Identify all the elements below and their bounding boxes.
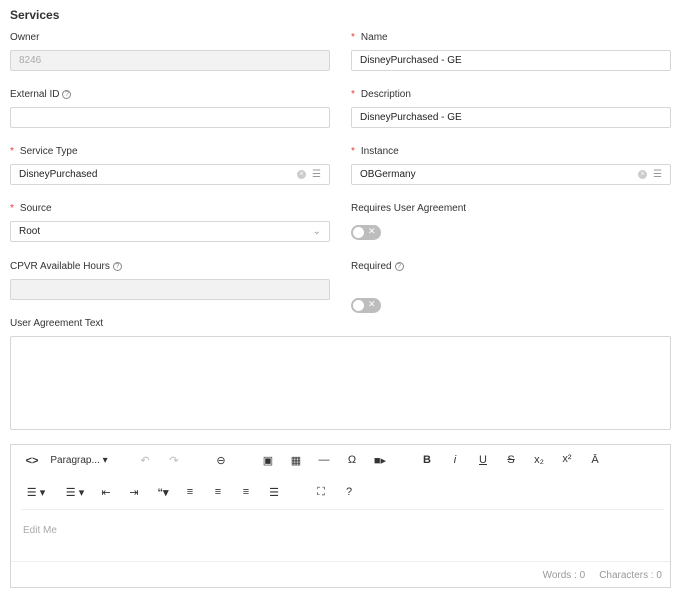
owner-field[interactable]: 8246 <box>10 50 330 71</box>
rich-text-editor: <> Paragrap... ▾ ↶ ↷ ⊖ ▣ ▦ — Ω ■▸ B i U … <box>10 444 671 588</box>
required-mark: * <box>351 89 355 100</box>
required-mark: * <box>10 203 14 214</box>
undo-icon[interactable]: ↶ <box>140 454 149 467</box>
source-value: Root <box>19 226 41 237</box>
user-agreement-text-label: User Agreement Text <box>10 318 103 329</box>
clear-icon[interactable]: × <box>638 170 648 179</box>
toggle-knob <box>353 300 364 311</box>
owner-label: Owner <box>10 32 39 43</box>
external-id-field[interactable] <box>10 107 330 128</box>
service-type-label: * Service Type <box>10 146 78 157</box>
instance-field[interactable]: OBGermany × ☰ <box>351 164 671 185</box>
toolbar-divider <box>21 509 664 510</box>
required-mark: * <box>351 32 355 43</box>
align-right-icon[interactable]: ≡ <box>243 486 249 498</box>
outdent-icon[interactable]: ⇤ <box>101 486 110 499</box>
service-type-value: DisneyPurchased <box>19 169 98 180</box>
redo-icon[interactable]: ↷ <box>169 454 178 467</box>
toggle-off-icon: ✕ <box>368 299 376 309</box>
align-left-icon[interactable]: ≡ <box>187 486 193 498</box>
align-justify-icon[interactable]: ☰ <box>269 486 279 499</box>
name-field[interactable]: DisneyPurchased - GE <box>351 50 671 71</box>
label-text: Description <box>360 89 411 100</box>
label-text: Name <box>360 32 388 43</box>
underline-icon[interactable]: U <box>479 454 487 466</box>
cpvr-field[interactable] <box>10 279 330 300</box>
toggle-off-icon: ✕ <box>368 226 376 236</box>
list-icon[interactable]: ☰ <box>312 169 321 180</box>
description-label: * Description <box>351 89 411 100</box>
instance-value: OBGermany <box>360 169 416 180</box>
label-text: Service Type <box>19 146 78 157</box>
editor-footer: Words : 0 Characters : 0 <box>11 561 670 588</box>
image-icon[interactable]: ▣ <box>263 454 273 467</box>
owner-value: 8246 <box>19 55 42 66</box>
paragraph-format-dropdown[interactable]: Paragrap... ▾ <box>50 455 107 466</box>
label-text: Required <box>351 261 392 272</box>
source-label: * Source <box>10 203 52 214</box>
label-text: Instance <box>360 146 399 157</box>
link-icon[interactable]: ⊖ <box>216 454 225 467</box>
strikethrough-icon[interactable]: S <box>507 454 514 466</box>
label-text: Owner <box>10 32 40 43</box>
external-id-label: External ID? <box>10 89 72 100</box>
section-title: Services <box>10 8 60 22</box>
instance-label: * Instance <box>351 146 399 157</box>
quote-icon[interactable]: “▾ <box>157 486 168 499</box>
label-text: Source <box>19 203 52 214</box>
list-icon[interactable]: ☰ <box>653 169 662 180</box>
chevron-down-icon: ⌄ <box>312 226 321 237</box>
description-value: DisneyPurchased - GE <box>360 112 462 123</box>
label-text: CPVR Available Hours <box>10 261 110 272</box>
help-icon[interactable]: ? <box>394 262 404 271</box>
ordered-list-icon[interactable]: ☰ ▾ <box>27 486 45 499</box>
clear-formatting-icon[interactable]: Ā <box>591 454 598 466</box>
bold-icon[interactable]: B <box>423 454 431 466</box>
required-mark: * <box>351 146 355 157</box>
label-text: User Agreement Text <box>10 318 104 329</box>
required-label: Required? <box>351 261 404 272</box>
cpvr-label: CPVR Available Hours? <box>10 261 122 272</box>
italic-icon[interactable]: i <box>454 454 456 466</box>
word-count: Words : 0 <box>542 569 586 581</box>
video-icon[interactable]: ■▸ <box>374 454 386 467</box>
user-agreement-textarea[interactable] <box>10 336 671 430</box>
help-icon[interactable]: ? <box>346 486 352 498</box>
toggle-knob <box>353 227 364 238</box>
required-toggle[interactable]: ✕ <box>351 298 381 313</box>
help-icon[interactable]: ? <box>112 262 122 271</box>
name-label: * Name <box>351 32 388 43</box>
description-field[interactable]: DisneyPurchased - GE <box>351 107 671 128</box>
source-select[interactable]: Root ⌄ <box>10 221 330 242</box>
special-character-icon[interactable]: Ω <box>348 454 356 466</box>
unordered-list-icon[interactable]: ☰ ▾ <box>66 486 84 499</box>
requires-user-agreement-label: Requires User Agreement <box>351 203 466 214</box>
horizontal-line-icon[interactable]: — <box>319 454 330 466</box>
service-type-field[interactable]: DisneyPurchased × ☰ <box>10 164 330 185</box>
name-value: DisneyPurchased - GE <box>360 55 462 66</box>
code-view-icon[interactable]: <> <box>26 455 39 467</box>
align-center-icon[interactable]: ≡ <box>215 486 221 498</box>
editor-content[interactable]: Edit Me <box>23 525 57 536</box>
label-text: External ID <box>10 89 60 100</box>
character-count: Characters : 0 <box>599 569 662 581</box>
superscript-icon[interactable]: x² <box>562 453 571 465</box>
requires-user-agreement-toggle[interactable]: ✕ <box>351 225 381 240</box>
help-icon[interactable]: ? <box>62 90 72 99</box>
indent-icon[interactable]: ⇥ <box>129 486 138 499</box>
fullscreen-icon[interactable]: ⛶ <box>317 486 325 499</box>
label-text: Requires User Agreement <box>351 203 467 214</box>
table-icon[interactable]: ▦ <box>291 454 301 467</box>
paragraph-label: Paragrap... <box>50 455 100 466</box>
required-mark: * <box>10 146 14 157</box>
clear-icon[interactable]: × <box>297 170 307 179</box>
subscript-icon[interactable]: x₂ <box>534 454 544 466</box>
